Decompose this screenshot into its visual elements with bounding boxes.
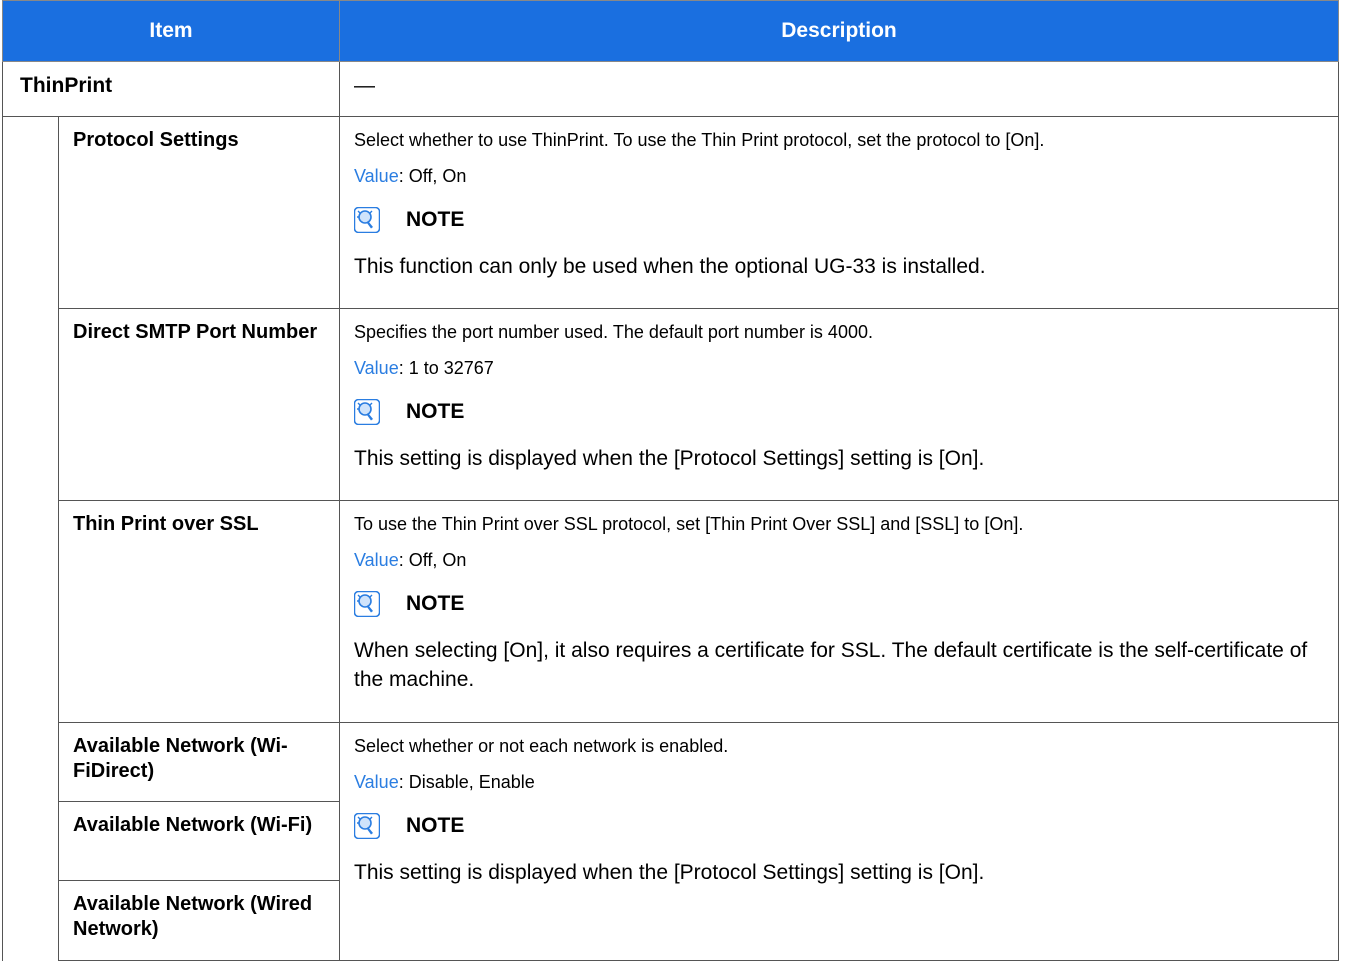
- value-label: Value: [354, 358, 399, 378]
- note-label: NOTE: [406, 208, 465, 231]
- description-cell: Specifies the port number used. The defa…: [339, 308, 1339, 501]
- value-line: Value: 1 to 32767: [354, 356, 1324, 380]
- header-description: Description: [339, 0, 1339, 62]
- value-line: Value: Off, On: [354, 548, 1324, 572]
- note-text: This setting is displayed when the [Prot…: [354, 861, 985, 884]
- note-header: NOTE: [353, 589, 1324, 619]
- indent-spacer: [2, 116, 59, 309]
- table-row: Available Network (Wi-FiDirect) Select w…: [2, 722, 1339, 961]
- description-text: Select whether to use ThinPrint. To use …: [354, 130, 1045, 150]
- table-row: Thin Print over SSL To use the Thin Prin…: [2, 500, 1339, 723]
- indent-spacer: [2, 722, 59, 802]
- table-row: Protocol Settings Select whether to use …: [2, 116, 1339, 309]
- value-options: : Off, On: [398, 550, 467, 570]
- description-text: Select whether or not each network is en…: [354, 736, 729, 756]
- item-name: Thin Print over SSL: [58, 500, 340, 723]
- description-cell: To use the Thin Print over SSL protocol,…: [339, 500, 1339, 723]
- note-header: NOTE: [353, 397, 1324, 427]
- value-line: Value: Off, On: [354, 164, 1324, 188]
- note-label: NOTE: [406, 592, 465, 615]
- note-text: This function can only be used when the …: [354, 255, 986, 278]
- value-label: Value: [354, 550, 399, 570]
- indent-spacer: [2, 308, 59, 501]
- note-label: NOTE: [406, 814, 465, 837]
- note-header: NOTE: [353, 811, 1324, 841]
- note-label: NOTE: [406, 400, 465, 423]
- group-description: —: [339, 61, 1339, 117]
- group-name: ThinPrint: [2, 61, 340, 117]
- note-text: When selecting [On], it also requires a …: [354, 639, 1308, 691]
- note-lightbulb-icon: [353, 206, 381, 234]
- note-lightbulb-icon: [353, 812, 381, 840]
- item-name: Direct SMTP Port Number: [58, 308, 340, 501]
- value-options: : Off, On: [398, 166, 467, 186]
- note-lightbulb-icon: [353, 590, 381, 618]
- value-options: : Disable, Enable: [398, 772, 535, 792]
- settings-table: Item Description ThinPrint — Protocol Se…: [2, 0, 1339, 961]
- item-name: Available Network (Wi-Fi): [58, 801, 340, 881]
- table-header-row: Item Description: [2, 0, 1339, 62]
- description-cell: Select whether to use ThinPrint. To use …: [339, 116, 1339, 309]
- note-header: NOTE: [353, 205, 1324, 235]
- value-label: Value: [354, 166, 399, 186]
- indent-spacer: [2, 500, 59, 723]
- description-text: To use the Thin Print over SSL protocol,…: [354, 514, 1024, 534]
- item-name: Available Network (Wi-FiDirect): [58, 722, 340, 802]
- description-cell: Select whether or not each network is en…: [339, 722, 1339, 961]
- note-lightbulb-icon: [353, 398, 381, 426]
- value-line: Value: Disable, Enable: [354, 770, 1324, 794]
- description-text: Specifies the port number used. The defa…: [354, 322, 873, 342]
- item-name: Available Network (Wired Network): [58, 880, 340, 961]
- value-options: : 1 to 32767: [398, 358, 494, 378]
- header-item: Item: [2, 0, 340, 62]
- table-row: Direct SMTP Port Number Specifies the po…: [2, 308, 1339, 501]
- item-name: Protocol Settings: [58, 116, 340, 309]
- group-row: ThinPrint —: [2, 61, 1339, 117]
- indent-spacer: [2, 880, 59, 961]
- indent-spacer: [2, 801, 59, 881]
- value-label: Value: [354, 772, 399, 792]
- note-text: This setting is displayed when the [Prot…: [354, 447, 985, 470]
